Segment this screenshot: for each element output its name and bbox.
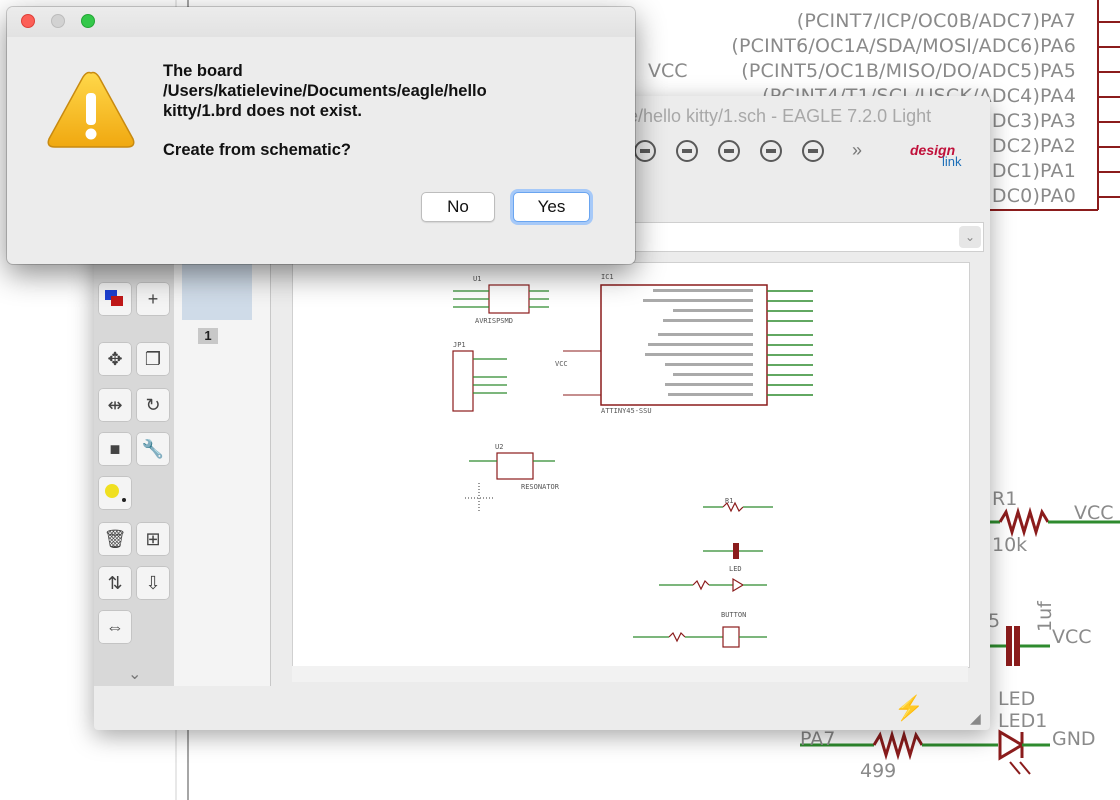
board-not-exist-dialog: The board /Users/katielevine/Documents/e… xyxy=(7,7,635,264)
mirror-icon[interactable]: ⇹ xyxy=(98,388,132,422)
bg-r-value-499: 499 xyxy=(860,760,897,782)
mark-origin-icon[interactable]: + xyxy=(136,282,170,316)
redraw-icon[interactable] xyxy=(760,140,782,162)
bg-led1-label: LED1 xyxy=(998,710,1048,732)
zoom-select-icon[interactable] xyxy=(802,140,824,162)
layer-color-icon[interactable] xyxy=(98,282,132,316)
dialog-message-line1: The board xyxy=(163,62,243,80)
horizontal-scrollbar[interactable] xyxy=(292,666,968,682)
label-attiny: ATTINY45-SSU xyxy=(601,407,652,415)
pin-label-pa7: (PCINT7/ICP/OC0B/ADC7)PA7 xyxy=(796,10,1076,32)
copy-icon[interactable]: ❐ xyxy=(136,342,170,376)
label-button: BUTTON xyxy=(721,611,746,619)
label-resonator: RESONATOR xyxy=(521,483,560,491)
pinswap-icon[interactable]: ⇅ xyxy=(98,566,132,600)
dialog-message-line3: kitty/1.brd does not exist. xyxy=(163,102,362,120)
replace-icon[interactable]: ⇩ xyxy=(136,566,170,600)
dialog-titlebar[interactable] xyxy=(7,7,635,37)
yes-button[interactable]: Yes xyxy=(513,192,590,222)
label-u2: U2 xyxy=(495,443,503,451)
lightning-bolt-icon[interactable]: ⚡ xyxy=(894,694,924,723)
eagle-window-title: le/hello kitty/1.sch - EAGLE 7.2.0 Light xyxy=(624,106,932,126)
pin-label-pa0: DC0)PA0 xyxy=(991,185,1076,207)
label-jp1: JP1 xyxy=(453,341,466,349)
bg-gnd-label: GND xyxy=(1052,728,1096,750)
chevron-down-icon[interactable]: ⌄ xyxy=(959,226,981,248)
pin-label-pa6: (PCINT6/OC1A/SDA/MOSI/ADC6)PA6 xyxy=(731,35,1076,57)
rotate-icon[interactable]: ↻ xyxy=(136,388,170,422)
zoom-fit-icon[interactable] xyxy=(634,140,656,162)
close-icon[interactable] xyxy=(21,14,35,28)
dialog-question: Create from schematic? xyxy=(163,141,351,159)
label-u1: U1 xyxy=(473,275,481,283)
pin-label-pa2: DC2)PA2 xyxy=(991,135,1076,157)
label-led: LED xyxy=(729,565,742,573)
bg-pa7-label: PA7 xyxy=(800,728,836,750)
delete-trash-icon[interactable]: 🗑 xyxy=(98,522,132,556)
pin-label-pa3: DC3)PA3 xyxy=(991,110,1076,132)
bg-r1-value: 10k xyxy=(992,534,1028,556)
minimize-icon[interactable] xyxy=(51,14,65,28)
sheet-panel: 1 xyxy=(174,242,271,686)
bg-led-label: LED xyxy=(998,688,1036,710)
schematic-drawing: IC1 ATTINY45-SSU VCC U1 AVRISPSMD JP1 U2… xyxy=(452,273,813,648)
schematic-canvas[interactable]: IC1 ATTINY45-SSU VCC U1 AVRISPSMD JP1 U2… xyxy=(292,262,970,668)
pin-label-pa5: (PCINT5/OC1B/MISO/DO/ADC5)PA5 xyxy=(741,60,1076,82)
add-part-icon[interactable]: ⊞ xyxy=(136,522,170,556)
move-icon[interactable]: ✥ xyxy=(98,342,132,376)
left-toolbar: + ✥ ❐ ⇹ ↻ ■ 🔧 🗑 ⊞ ⇅ ⇩ ⇔ ⌄ xyxy=(94,242,174,686)
sheet-number: 1 xyxy=(198,328,218,344)
change-wrench-icon[interactable]: 🔧 xyxy=(136,432,170,466)
designlink-bottom: link xyxy=(942,154,962,169)
status-bar xyxy=(94,692,990,730)
label-vcc-ic: VCC xyxy=(555,360,568,368)
no-button[interactable]: No xyxy=(421,192,495,222)
paste-dot-icon[interactable] xyxy=(98,476,132,510)
label-avrisp: AVRISPSMD xyxy=(475,317,513,325)
warning-icon xyxy=(47,71,135,148)
dialog-message: The board /Users/katielevine/Documents/e… xyxy=(163,61,583,121)
resize-grip-icon[interactable]: ◢ xyxy=(970,710,981,727)
pin-label-pa1: DC1)PA1 xyxy=(991,160,1076,182)
label-ic1: IC1 xyxy=(601,273,614,281)
group-icon[interactable]: ■ xyxy=(98,432,132,466)
bg-vcc-label: VCC xyxy=(648,60,688,82)
bg-vcc-right-2: VCC xyxy=(1052,626,1092,648)
split-icon[interactable]: ⇔ xyxy=(98,610,132,644)
more-tools-icon[interactable]: » xyxy=(852,140,862,161)
sheet-thumbnail[interactable] xyxy=(182,260,252,320)
zoom-out-icon[interactable] xyxy=(718,140,740,162)
dialog-message-line2: /Users/katielevine/Documents/eagle/hello xyxy=(163,82,487,100)
bg-vcc-right-1: VCC xyxy=(1074,502,1114,524)
zoom-in-icon[interactable] xyxy=(676,140,698,162)
expand-toolbar-icon[interactable]: ⌄ xyxy=(128,664,141,684)
zoom-icon[interactable] xyxy=(81,14,95,28)
bg-r1-label: R1 xyxy=(992,488,1018,510)
designlink-logo[interactable]: design link xyxy=(910,142,962,169)
